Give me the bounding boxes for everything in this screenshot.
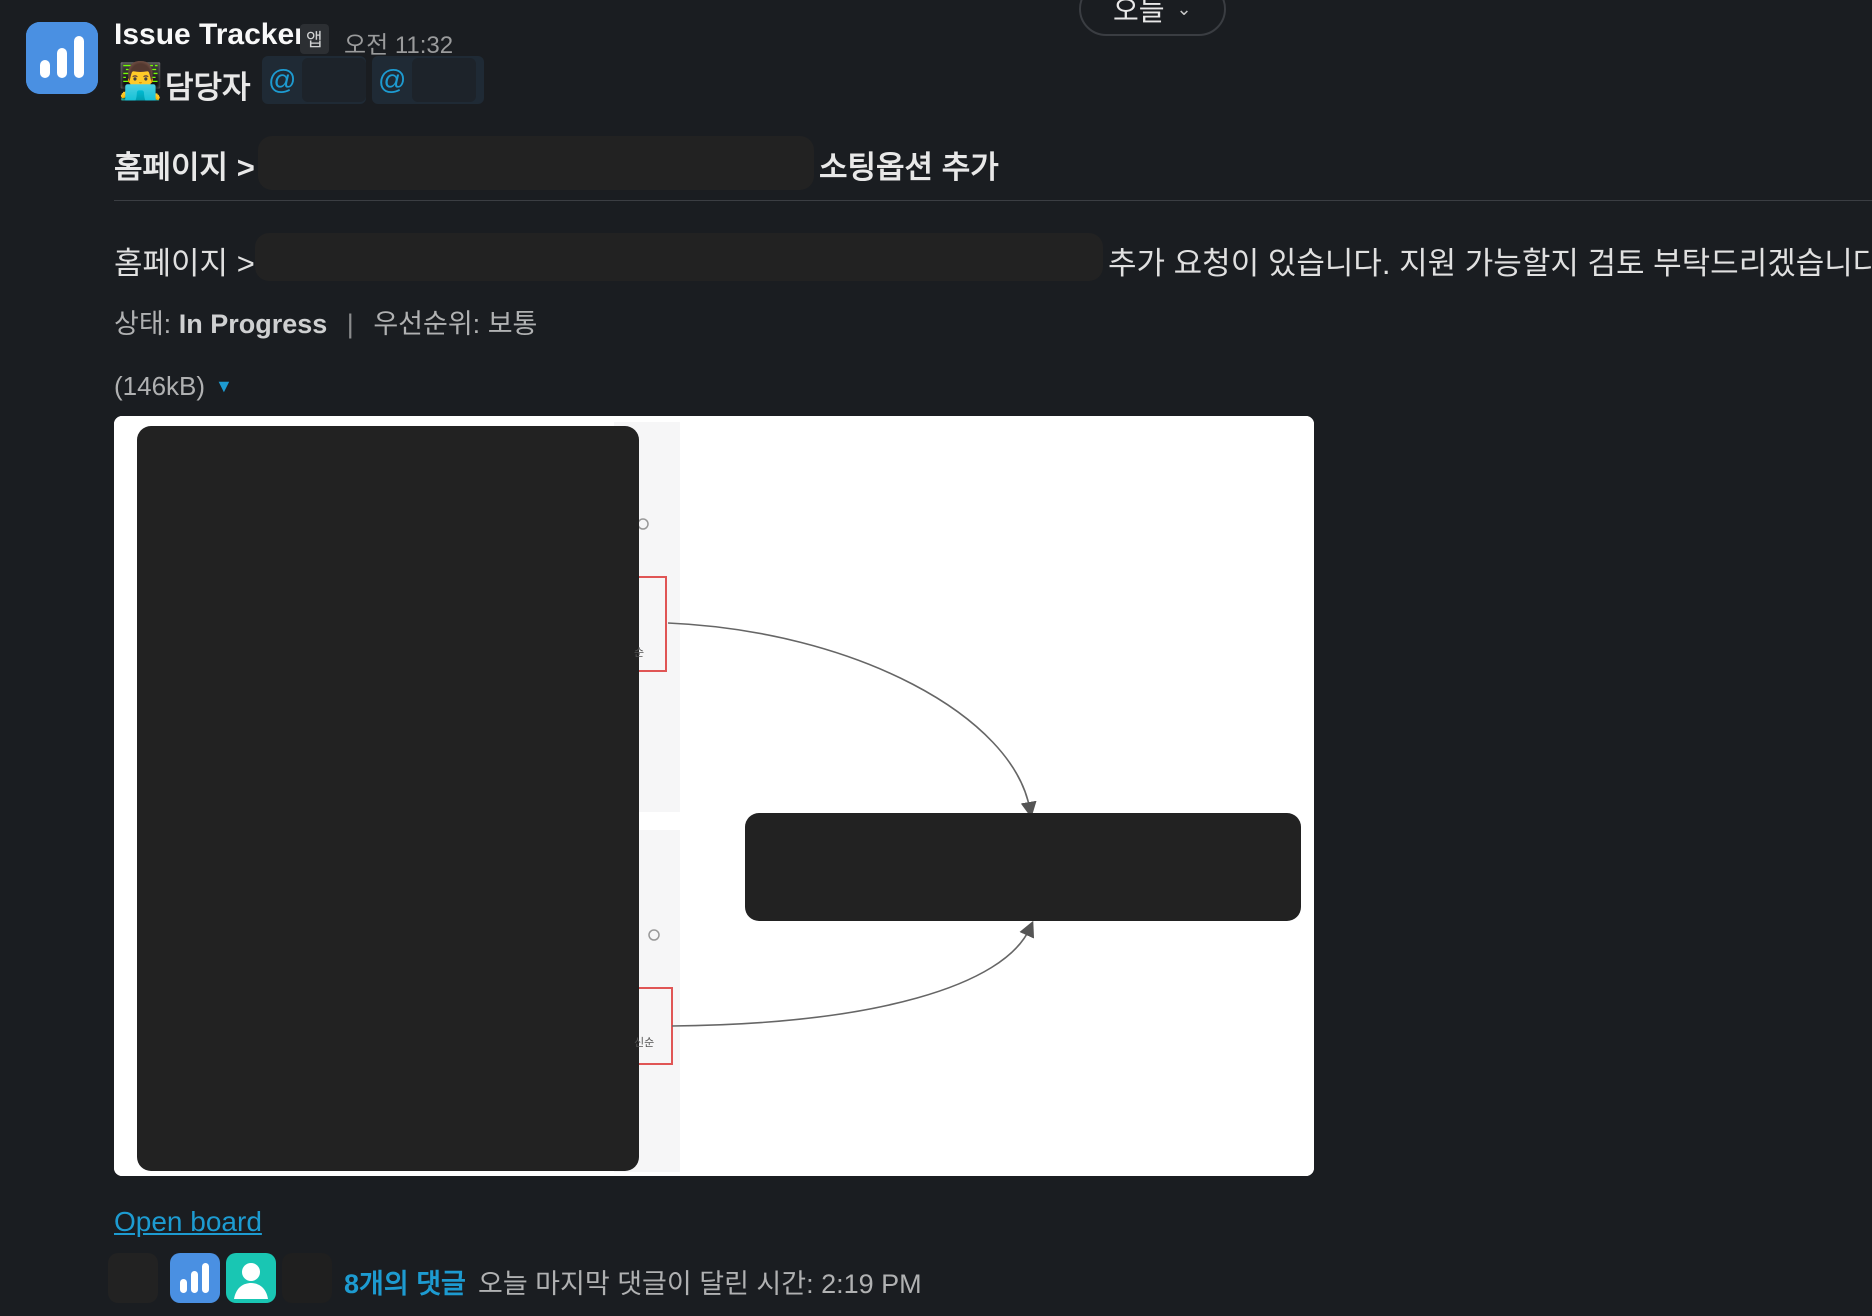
redacted-name [412,58,477,102]
collapse-triangle-icon[interactable]: ▼ [215,376,233,397]
issue-meta: 상태: In Progress | 우선순위: 보통 [114,302,537,341]
redacted-title [258,136,814,190]
reply-avatar[interactable] [226,1253,276,1303]
reply-avatar[interactable] [170,1253,220,1303]
issue-title-start: 홈페이지 > [114,150,255,185]
issue-body-end: 추가 요청이 있습니다. 지원 가능할지 검토 부탁드리겠습니다. [1108,246,1872,281]
reply-count-link[interactable]: 8개의 댓글 [344,1262,466,1301]
meta-separator: | [346,309,354,339]
open-board-link[interactable]: Open board [114,1206,262,1238]
date-divider-button[interactable]: 오늘 ⌄ [1079,0,1226,36]
app-avatar[interactable] [26,22,98,94]
redacted-body [255,233,1103,281]
divider [114,200,1872,201]
file-size: (146kB) [114,371,206,401]
status-label: 상태: [114,309,172,339]
assignee-label: 담당자 [165,70,251,105]
priority-label: 우선순위: [373,309,481,339]
reply-avatar[interactable] [108,1253,158,1303]
issue-title-end: 소팅옵션 추가 [819,150,999,185]
last-reply-time: 오늘 마지막 댓글이 달린 시간: 2:19 PM [478,1269,922,1299]
user-mention[interactable]: @ [372,56,484,104]
reply-avatar[interactable] [282,1253,332,1303]
attachment-image[interactable]: 순 신순 [114,416,1314,1176]
date-divider-label: 오늘 [1113,0,1165,26]
user-mention[interactable]: @ [262,56,366,104]
redacted-screenshot-right [745,813,1301,921]
message-timestamp[interactable]: 오전 11:32 [344,25,453,60]
mention-at: @ [378,64,407,95]
status-value: In Progress [178,309,328,339]
bar-chart-icon [26,22,98,94]
issue-body-start: 홈페이지 > [114,246,255,281]
attachment-diagram: 순 신순 [114,416,1314,1176]
developer-emoji-icon: 👨‍💻 [118,60,163,101]
redacted-name [302,58,366,102]
attachment-label-1: 순 [634,646,644,659]
bar-chart-icon [180,1263,209,1293]
mention-at: @ [268,64,297,95]
sender-name[interactable]: Issue Tracker [114,18,306,52]
priority-value: 보통 [487,309,538,339]
attachment-header: (146kB) ▼ [114,371,233,402]
user-icon [234,1263,268,1299]
chevron-down-icon: ⌄ [1176,0,1192,19]
attachment-label-2: 신순 [634,1036,654,1049]
app-badge: 앱 [300,24,329,54]
redacted-screenshot-left [137,426,639,1171]
